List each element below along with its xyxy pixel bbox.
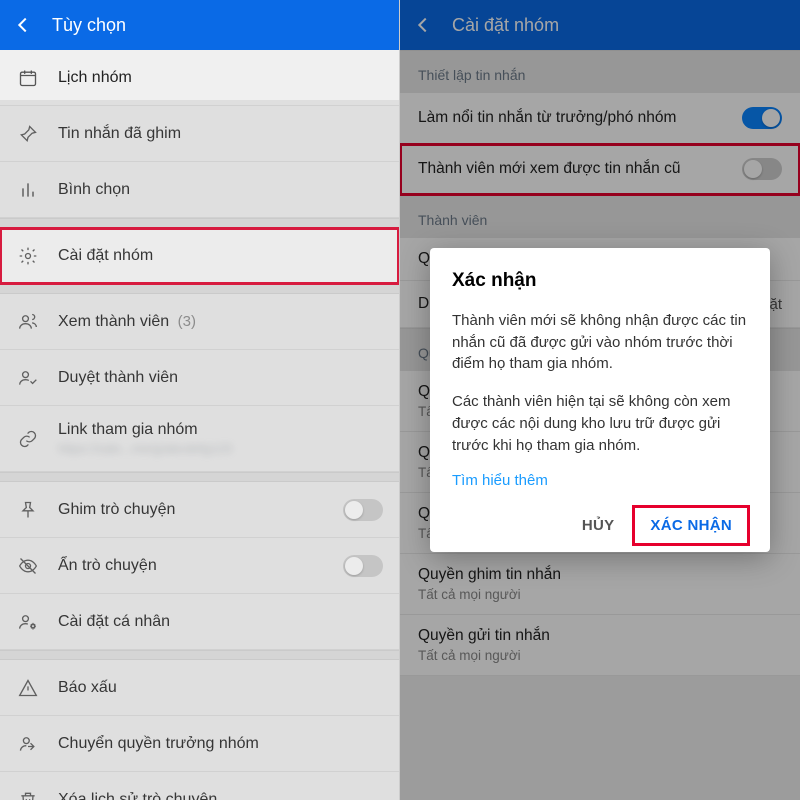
back-icon[interactable]	[12, 14, 34, 36]
confirm-button[interactable]: XÁC NHẬN	[634, 507, 748, 544]
header-bar: Tùy chọn	[0, 0, 399, 50]
calendar-icon	[16, 66, 40, 90]
cancel-button[interactable]: HỦY	[566, 507, 631, 544]
dialog-overlay: Xác nhận Thành viên mới sẽ không nhận đư…	[400, 0, 800, 800]
row-label: Lịch nhóm	[58, 69, 383, 87]
confirm-dialog: Xác nhận Thành viên mới sẽ không nhận đư…	[430, 248, 770, 553]
dialog-paragraph-2: Các thành viên hiện tại sẽ không còn xem…	[452, 391, 748, 456]
group-settings-screen: Cài đặt nhóm Thiết lập tin nhắn Làm nổi …	[400, 0, 800, 800]
learn-more-link[interactable]: Tìm hiểu thêm	[452, 472, 548, 489]
dialog-paragraph-1: Thành viên mới sẽ không nhận được các ti…	[452, 310, 748, 375]
options-screen: Tùy chọn Lịch nhóm Tin nhắn đã ghim Bình…	[0, 0, 400, 800]
header-title: Tùy chọn	[52, 15, 126, 36]
dim-overlay	[0, 100, 399, 800]
dialog-actions: HỦY XÁC NHẬN	[452, 503, 748, 544]
dialog-title: Xác nhận	[452, 270, 748, 292]
row-group-calendar[interactable]: Lịch nhóm	[0, 50, 399, 106]
